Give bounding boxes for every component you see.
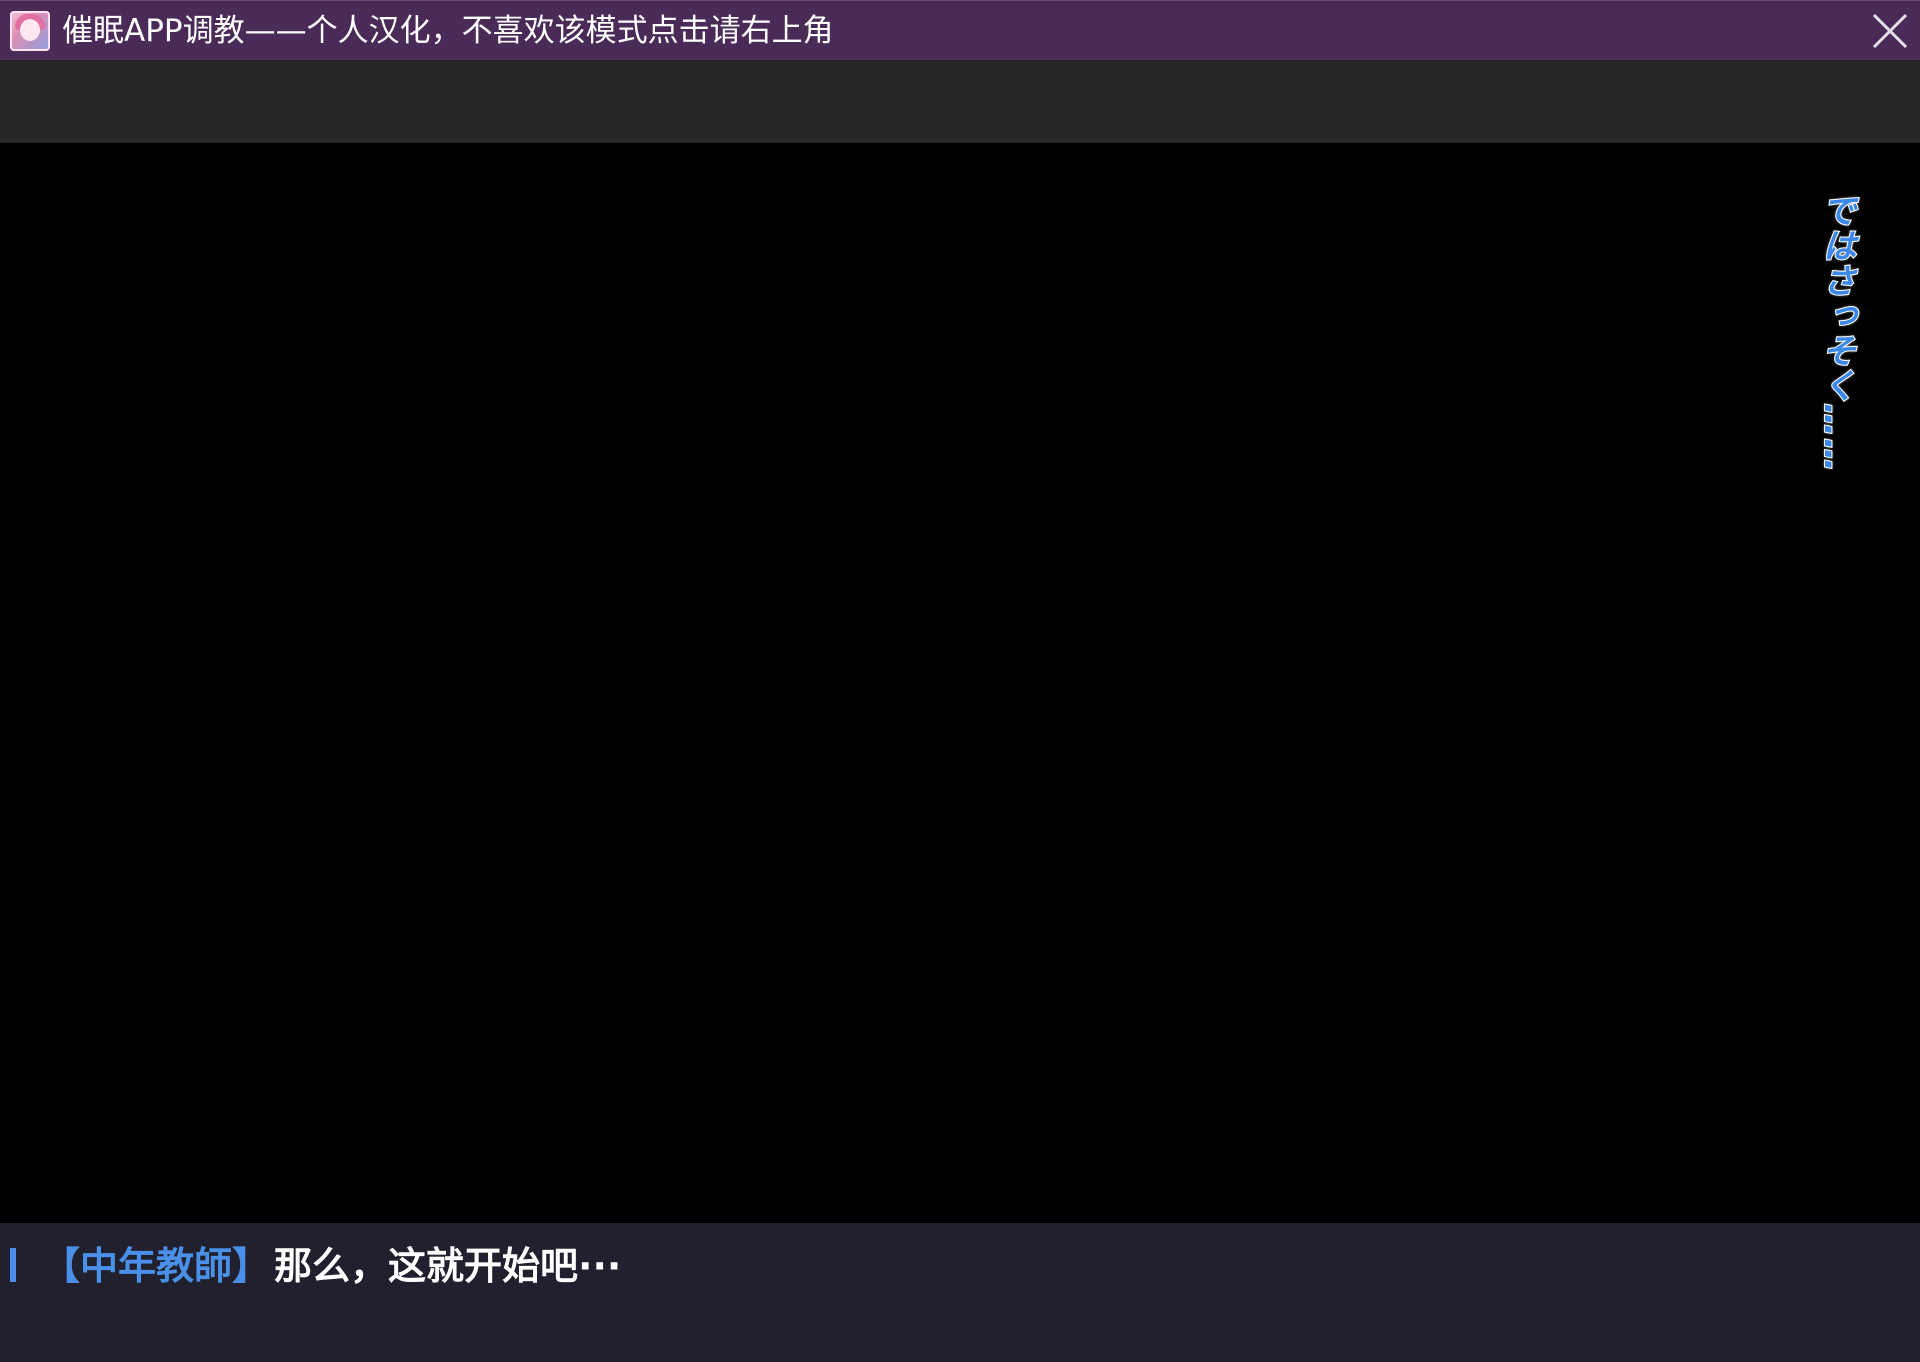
dialog-box[interactable]: 【中年教師】 那么，这就开始吧···	[0, 1223, 1920, 1362]
scene-vertical-text: ではさっそく……	[1815, 192, 1857, 474]
toolbar-strip	[0, 60, 1920, 143]
close-x-icon	[1872, 13, 1908, 49]
app-icon	[10, 11, 50, 51]
speaker-close-bracket: 】	[232, 1244, 271, 1288]
window-title: 催眠APP调教——个人汉化，不喜欢该模式点击请右上角	[62, 13, 834, 49]
dialog-marker	[10, 1248, 16, 1282]
title-bar[interactable]: 催眠APP调教——个人汉化，不喜欢该模式点击请右上角	[0, 0, 1920, 60]
game-screen[interactable]: ではさっそく……	[0, 143, 1920, 1223]
app-icon-face	[20, 19, 40, 41]
close-button[interactable]	[1868, 9, 1912, 53]
dialog-text: 那么，这就开始吧···	[274, 1244, 622, 1288]
speaker-name: 中年教師	[80, 1244, 233, 1288]
speaker-open-bracket: 【	[42, 1244, 81, 1288]
dialog-line: 【中年教師】 那么，这就开始吧···	[42, 1243, 621, 1289]
